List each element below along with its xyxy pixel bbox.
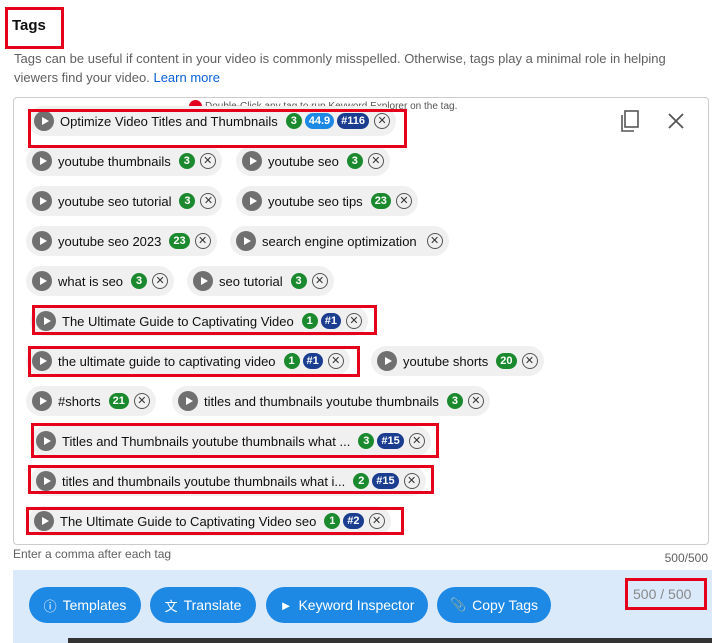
tag-text: youtube shorts <box>403 353 489 369</box>
tag-score-badge: 21 <box>108 393 129 409</box>
helper-text: Enter a comma after each tag <box>13 547 172 561</box>
tag-chip[interactable]: seo tutorial 3 ✕ <box>187 266 334 296</box>
tag-highlight-box <box>28 346 360 377</box>
remove-tag-icon[interactable]: ✕ <box>521 353 538 369</box>
tag-chip[interactable]: titles and thumbnails youtube thumbnails… <box>172 386 490 416</box>
vidiq-logo-icon <box>193 271 213 291</box>
tag-chip[interactable]: search engine optimization ✕ <box>230 226 449 256</box>
info-icon: ⓘ <box>43 598 57 614</box>
copy-tags-label: Copy Tags <box>472 597 539 613</box>
tag-score-badge: 3 <box>131 273 148 289</box>
vidiq-logo-icon <box>242 151 262 171</box>
tag-score-badge: 3 <box>346 153 363 169</box>
remove-tag-icon[interactable]: ✕ <box>152 273 169 289</box>
tag-chip[interactable]: #shorts 21 ✕ <box>26 386 156 416</box>
vidiq-logo-icon <box>32 391 52 411</box>
toolbar-character-count: 500 / 500 <box>633 586 692 602</box>
tag-chip[interactable]: what is seo 3 ✕ <box>26 266 175 296</box>
templates-label: Templates <box>62 597 127 613</box>
paperclip-icon: 📎 <box>449 597 467 612</box>
tag-chip[interactable]: youtube seo 2023 23 ✕ <box>26 226 217 256</box>
keyword-inspector-button[interactable]: ► Keyword Inspector <box>266 587 428 623</box>
tag-chip[interactable]: youtube seo tutorial 3 ✕ <box>26 186 223 216</box>
vidiq-logo-icon <box>32 191 52 211</box>
translate-label: Translate <box>183 597 242 613</box>
tag-text: youtube seo tips <box>268 193 363 209</box>
tag-chip[interactable]: youtube thumbnails 3 ✕ <box>26 146 222 176</box>
tag-text: youtube thumbnails <box>58 153 171 169</box>
tag-text: youtube seo 2023 <box>58 233 162 249</box>
remove-tag-icon[interactable]: ✕ <box>395 193 412 209</box>
remove-tag-icon[interactable]: ✕ <box>199 153 216 169</box>
tag-text: #shorts <box>58 393 101 409</box>
tag-text: youtube seo tutorial <box>58 193 172 209</box>
templates-button[interactable]: ⓘ Templates <box>29 587 141 623</box>
section-title: Tags <box>12 17 46 34</box>
remove-tag-icon[interactable]: ✕ <box>367 153 384 169</box>
copy-tags-button[interactable]: 📎 Copy Tags <box>437 587 551 623</box>
tag-score-badge: 3 <box>179 193 196 209</box>
tag-text: what is seo <box>58 273 124 289</box>
description-text: Tags can be useful if content in your vi… <box>14 51 666 85</box>
tag-highlight-box <box>28 465 434 494</box>
clear-all-icon[interactable] <box>665 110 687 132</box>
section-description: Tags can be useful if content in your vi… <box>14 49 704 87</box>
vidiq-logo-icon <box>242 191 262 211</box>
tag-score-badge: 3 <box>178 153 195 169</box>
tag-score-badge: 23 <box>370 193 391 209</box>
tag-text: youtube seo <box>268 153 339 169</box>
tag-score-badge: 3 <box>290 273 307 289</box>
translate-button[interactable]: 文 Translate <box>150 587 256 623</box>
tag-text: search engine optimization <box>262 233 417 249</box>
bottom-bar <box>68 638 712 643</box>
copy-icon[interactable] <box>620 110 640 132</box>
vidiq-logo-icon <box>178 391 198 411</box>
tag-character-count: 500/500 <box>664 551 708 565</box>
tag-score-badge: 23 <box>169 233 190 249</box>
remove-tag-icon[interactable]: ✕ <box>200 193 217 209</box>
tag-chip[interactable]: youtube seo tips 23 ✕ <box>236 186 418 216</box>
remove-tag-icon[interactable]: ✕ <box>133 393 150 409</box>
vidiq-logo-icon <box>32 231 52 251</box>
tag-highlight-box <box>31 423 439 458</box>
tag-highlight-box <box>26 507 404 535</box>
vidiq-logo-icon <box>377 351 397 371</box>
remove-tag-icon[interactable]: ✕ <box>467 393 484 409</box>
vidiq-logo-icon <box>236 231 256 251</box>
remove-tag-icon[interactable]: ✕ <box>311 273 328 289</box>
vidiq-logo-icon <box>32 151 52 171</box>
tag-chip[interactable]: youtube shorts 20 ✕ <box>371 346 544 376</box>
vidiq-icon: ► <box>279 597 293 613</box>
tag-chip[interactable]: youtube seo 3 ✕ <box>236 146 390 176</box>
tag-text: seo tutorial <box>219 273 283 289</box>
keyword-inspector-label: Keyword Inspector <box>298 597 415 613</box>
learn-more-link[interactable]: Learn more <box>153 70 219 85</box>
tag-score-badge: 3 <box>446 393 463 409</box>
translate-icon: 文 <box>164 598 178 614</box>
vidiq-logo-icon <box>32 271 52 291</box>
remove-tag-icon[interactable]: ✕ <box>426 233 443 249</box>
tag-highlight-box <box>28 109 407 148</box>
tag-highlight-box <box>32 305 377 335</box>
tag-text: titles and thumbnails youtube thumbnails <box>204 393 439 409</box>
tag-score-badge: 20 <box>496 353 517 369</box>
remove-tag-icon[interactable]: ✕ <box>194 233 211 249</box>
